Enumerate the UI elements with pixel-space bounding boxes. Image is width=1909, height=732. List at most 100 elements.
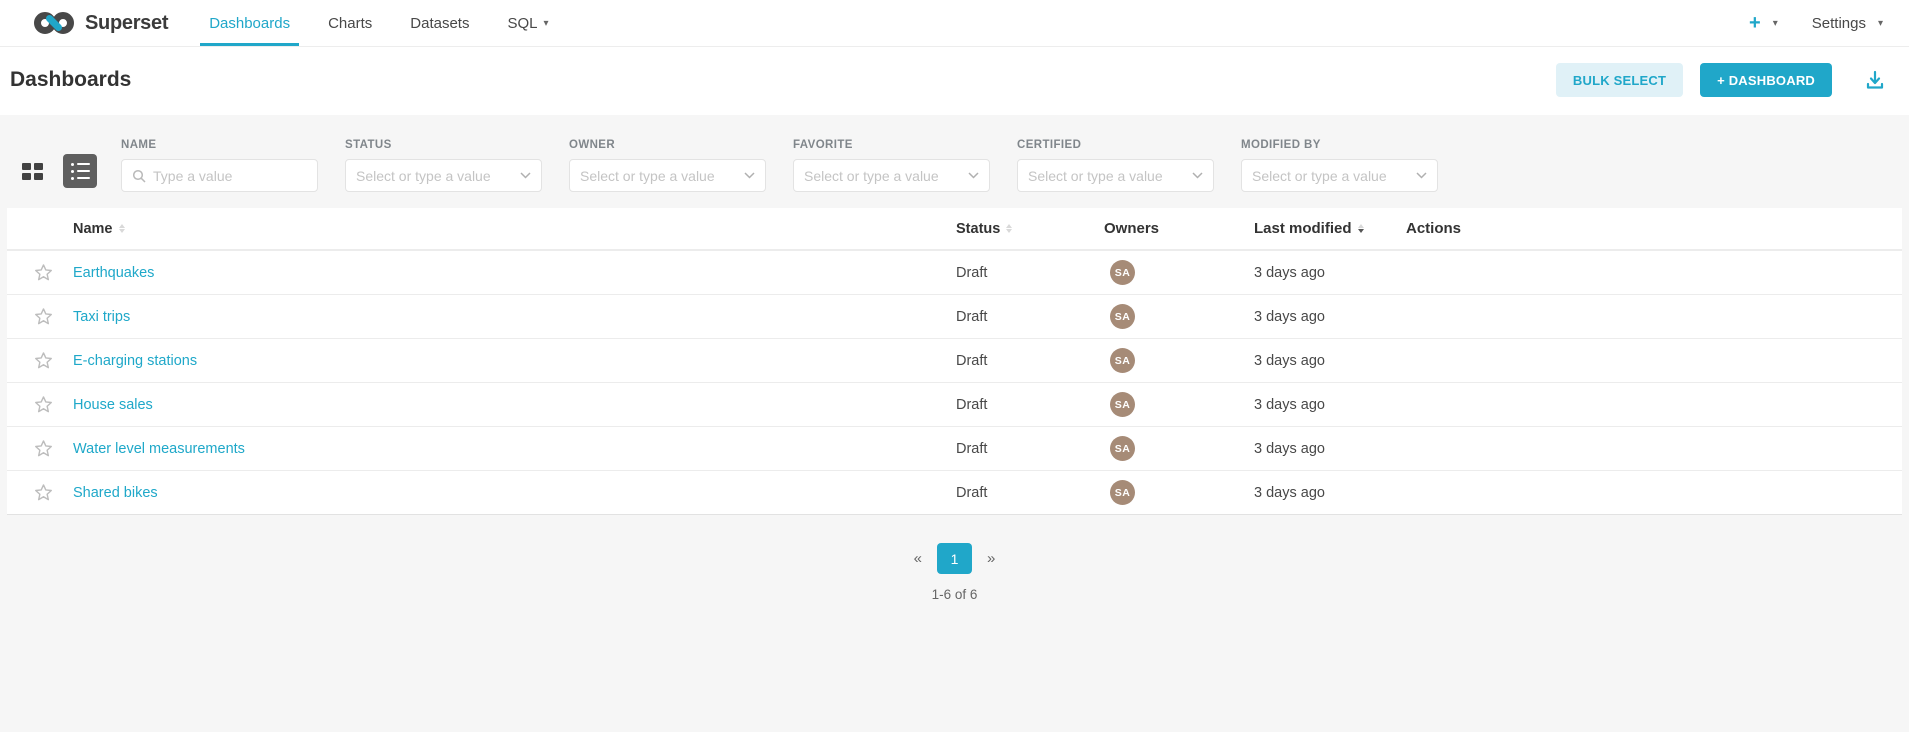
column-actions: Actions [1406, 220, 1461, 237]
brand-name: Superset [85, 12, 168, 35]
filter-modified-by: MODIFIED BY Select or type a value [1241, 139, 1438, 192]
nav-item-datasets[interactable]: Datasets [391, 0, 488, 46]
name-filter-input[interactable] [153, 168, 307, 184]
last-modified: 3 days ago [1254, 309, 1325, 325]
dashboard-link[interactable]: E-charging stations [73, 353, 197, 369]
favorite-star-icon[interactable] [34, 483, 53, 502]
chevron-down-icon: ▾ [543, 18, 548, 29]
avatar: SA [1110, 260, 1135, 285]
next-page-button[interactable]: » [987, 550, 995, 567]
table-row: Shared bikes Draft SA 3 days ago [7, 470, 1902, 514]
avatar: SA [1110, 480, 1135, 505]
chevron-down-icon: ▾ [1878, 18, 1883, 29]
bulk-select-button[interactable]: BULK SELECT [1556, 63, 1683, 97]
filter-bar: NAME STATUS Select or type a value [7, 115, 1902, 208]
last-modified: 3 days ago [1254, 353, 1325, 369]
superset-logo[interactable]: Superset [32, 0, 168, 46]
chevron-down-icon [968, 172, 979, 179]
view-toggles [15, 154, 97, 188]
card-view-toggle[interactable] [15, 154, 49, 188]
chevron-down-icon: ▾ [1773, 18, 1778, 29]
avatar: SA [1110, 392, 1135, 417]
main-nav: Dashboards Charts Datasets SQL ▾ [190, 0, 567, 46]
search-icon [132, 169, 146, 183]
status-badge: Draft [956, 265, 987, 281]
pagination: « 1 » [7, 543, 1902, 574]
modified-by-filter-select[interactable]: Select or type a value [1241, 159, 1438, 192]
dashboards-table: Name Status Owners [7, 208, 1902, 515]
sort-by-last-modified[interactable]: Last modified [1254, 220, 1364, 237]
favorite-filter-select[interactable]: Select or type a value [793, 159, 990, 192]
last-modified: 3 days ago [1254, 441, 1325, 457]
content-area: NAME STATUS Select or type a value [0, 115, 1909, 732]
dashboard-link[interactable]: House sales [73, 397, 153, 413]
filter-favorite: FAVORITE Select or type a value [793, 139, 990, 192]
dashboard-link[interactable]: Taxi trips [73, 309, 130, 325]
navbar-right: + ▾ Settings ▾ [1749, 0, 1883, 46]
filter-status: STATUS Select or type a value [345, 139, 542, 192]
chevron-down-icon [1416, 172, 1427, 179]
top-navbar: Superset Dashboards Charts Datasets SQL … [0, 0, 1909, 47]
chevron-down-icon [744, 172, 755, 179]
table-header-row: Name Status Owners [7, 208, 1902, 250]
owner-filter-select[interactable]: Select or type a value [569, 159, 766, 192]
plus-icon: + [1749, 13, 1761, 33]
superset-infinity-icon [32, 9, 76, 37]
status-badge: Draft [956, 353, 987, 369]
page-1-button[interactable]: 1 [937, 543, 972, 574]
pagination-summary: 1-6 of 6 [7, 587, 1902, 602]
avatar: SA [1110, 304, 1135, 329]
sort-icon [1006, 224, 1012, 233]
last-modified: 3 days ago [1254, 485, 1325, 501]
settings-menu[interactable]: Settings ▾ [1812, 15, 1883, 32]
filter-name-label: NAME [121, 139, 318, 151]
filter-certified: CERTIFIED Select or type a value [1017, 139, 1214, 192]
status-badge: Draft [956, 309, 987, 325]
table-row: Water level measurements Draft SA 3 days… [7, 426, 1902, 470]
import-icon [1863, 68, 1887, 92]
import-dashboards-button[interactable] [1863, 68, 1887, 92]
favorite-star-icon[interactable] [34, 395, 53, 414]
grid-icon [22, 163, 43, 180]
last-modified: 3 days ago [1254, 397, 1325, 413]
page-header: Dashboards BULK SELECT + DASHBOARD [0, 47, 1909, 115]
name-search-box [121, 159, 318, 192]
list-icon [71, 163, 90, 180]
favorite-star-icon[interactable] [34, 439, 53, 458]
favorite-star-icon[interactable] [34, 263, 53, 282]
page-title: Dashboards [10, 68, 131, 92]
sort-by-status[interactable]: Status [956, 221, 1012, 237]
certified-filter-select[interactable]: Select or type a value [1017, 159, 1214, 192]
table-row: Earthquakes Draft SA 3 days ago [7, 250, 1902, 294]
table-row: House sales Draft SA 3 days ago [7, 382, 1902, 426]
sort-desc-icon [1358, 224, 1364, 233]
status-filter-select[interactable]: Select or type a value [345, 159, 542, 192]
sort-by-name[interactable]: Name [73, 221, 125, 237]
sort-icon [119, 224, 125, 233]
status-badge: Draft [956, 441, 987, 457]
avatar: SA [1110, 348, 1135, 373]
dashboard-link[interactable]: Shared bikes [73, 485, 158, 501]
favorite-star-icon[interactable] [34, 307, 53, 326]
column-owners: Owners [1104, 220, 1159, 237]
new-item-menu[interactable]: + ▾ [1749, 13, 1778, 33]
dashboard-link[interactable]: Water level measurements [73, 441, 245, 457]
new-dashboard-button[interactable]: + DASHBOARD [1700, 63, 1832, 97]
prev-page-button[interactable]: « [914, 550, 922, 567]
filter-owner: OWNER Select or type a value [569, 139, 766, 192]
header-actions: BULK SELECT + DASHBOARD [1556, 63, 1887, 97]
dashboard-link[interactable]: Earthquakes [73, 265, 154, 281]
favorite-star-icon[interactable] [34, 351, 53, 370]
chevron-down-icon [1192, 172, 1203, 179]
table-row: E-charging stations Draft SA 3 days ago [7, 338, 1902, 382]
nav-item-sql[interactable]: SQL ▾ [488, 0, 567, 46]
superset-app: Superset Dashboards Charts Datasets SQL … [0, 0, 1909, 732]
nav-item-charts[interactable]: Charts [309, 0, 391, 46]
status-badge: Draft [956, 485, 987, 501]
status-badge: Draft [956, 397, 987, 413]
list-view-toggle[interactable] [63, 154, 97, 188]
filter-name: NAME [121, 139, 318, 192]
nav-item-dashboards[interactable]: Dashboards [190, 0, 309, 46]
last-modified: 3 days ago [1254, 265, 1325, 281]
avatar: SA [1110, 436, 1135, 461]
